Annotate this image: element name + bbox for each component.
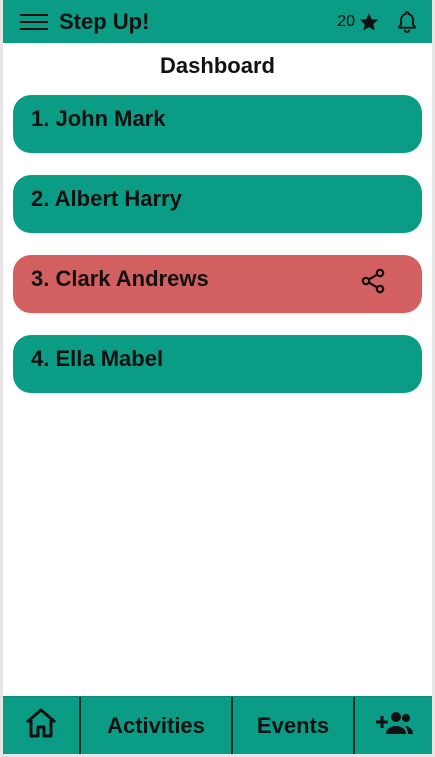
top-bar-actions: 20 bbox=[337, 10, 418, 34]
app-title: Step Up! bbox=[59, 8, 150, 34]
page-title: Dashboard bbox=[160, 53, 275, 78]
app-frame: Step Up! 20 Dashboard 1. John Mark 2. Al… bbox=[0, 0, 435, 757]
list-item[interactable]: 4. Ella Mabel bbox=[13, 335, 422, 393]
list-item-label: 4. Ella Mabel bbox=[31, 346, 164, 371]
bell-icon[interactable] bbox=[396, 10, 418, 34]
nav-add-friend[interactable] bbox=[355, 697, 432, 754]
list-item-highlighted[interactable]: 3. Clark Andrews bbox=[13, 255, 422, 313]
add-friend-icon bbox=[372, 708, 416, 744]
dashboard-list: 1. John Mark 2. Albert Harry 3. Clark An… bbox=[13, 95, 422, 415]
list-item[interactable]: 2. Albert Harry bbox=[13, 175, 422, 233]
points-count: 20 bbox=[337, 12, 355, 30]
bottom-nav: Activities Events bbox=[3, 696, 432, 754]
nav-home[interactable] bbox=[3, 697, 81, 754]
home-icon bbox=[23, 706, 59, 746]
list-item-label: 3. Clark Andrews bbox=[31, 266, 209, 291]
top-app-bar: Step Up! 20 bbox=[3, 0, 432, 43]
list-item[interactable]: 1. John Mark bbox=[13, 95, 422, 153]
list-item-label: 1. John Mark bbox=[31, 106, 166, 131]
nav-events[interactable]: Events bbox=[233, 697, 355, 754]
star-icon bbox=[358, 11, 380, 33]
menu-icon[interactable] bbox=[19, 11, 49, 33]
nav-activities[interactable]: Activities bbox=[81, 697, 233, 754]
share-icon[interactable] bbox=[358, 266, 388, 296]
list-item-label: 2. Albert Harry bbox=[31, 186, 182, 211]
